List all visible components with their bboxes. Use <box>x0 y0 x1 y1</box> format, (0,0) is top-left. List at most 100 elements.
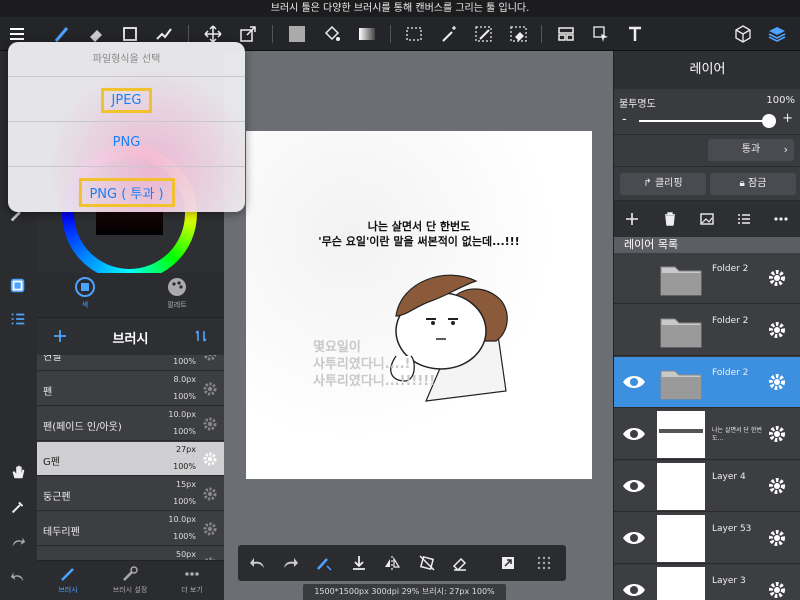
select-arrow-icon[interactable] <box>589 22 613 46</box>
visibility-eye-icon[interactable] <box>622 476 646 496</box>
clipping-icon: ↱ <box>643 178 655 189</box>
tab-more[interactable]: 더 보기 <box>161 565 223 595</box>
tab-color[interactable]: 색 <box>55 276 115 310</box>
canvas[interactable]: 나는 살면서 단 한번도 '무슨 요일'이란 말을 써본적이 없는데...!!!… <box>246 131 592 479</box>
gear-icon[interactable] <box>202 381 218 397</box>
gear-icon[interactable] <box>767 372 787 392</box>
layer-row[interactable]: 나는 살면서 단 한번도... <box>614 409 800 460</box>
fullscreen-icon[interactable] <box>498 553 518 573</box>
tab-brush-settings[interactable]: 브러시 설정 <box>99 565 161 595</box>
opacity-decrease-button[interactable]: - <box>622 112 627 127</box>
layer-row[interactable]: Layer 53 <box>614 513 800 564</box>
layer-row[interactable]: Layer 3 <box>614 565 800 600</box>
brush-row[interactable]: 펜 8.0px 100% <box>37 372 224 406</box>
gear-icon[interactable] <box>202 486 218 502</box>
select-eraser-icon[interactable] <box>507 22 531 46</box>
format-option-png-transparent[interactable]: PNG ( 투과 ) <box>8 167 245 212</box>
layer-row[interactable]: Layer 4 <box>614 461 800 512</box>
material-icon[interactable] <box>731 22 755 46</box>
brush-row[interactable]: 연필 100% <box>37 355 224 371</box>
gear-icon[interactable] <box>202 451 218 467</box>
format-option-png[interactable]: PNG <box>8 122 245 167</box>
chevron-right-icon: › <box>783 143 788 156</box>
brush-row[interactable]: 점묘50px100% <box>37 547 224 560</box>
eyedropper-icon[interactable] <box>7 496 29 518</box>
clipping-label: 클리핑 <box>654 178 683 189</box>
clipping-button[interactable]: ↱ 클리핑 <box>620 173 706 195</box>
tab-palette[interactable]: 팔레트 <box>147 276 207 310</box>
flip-icon[interactable] <box>382 553 402 573</box>
brush-row[interactable]: G펜 27px 100% <box>37 442 224 476</box>
undo-icon[interactable] <box>248 553 268 573</box>
brush-size: 27px <box>176 445 196 454</box>
layer-actions <box>614 201 800 237</box>
lock-button[interactable]: 🔒︎ 잠금 <box>710 173 796 195</box>
add-layer-icon[interactable] <box>623 210 641 228</box>
panel-icon[interactable] <box>554 22 578 46</box>
gear-icon[interactable] <box>767 528 787 548</box>
color-swatch-icon[interactable] <box>7 275 29 297</box>
brush-size: 10.0px <box>168 515 196 524</box>
brush-list-icon[interactable] <box>7 308 29 330</box>
gear-icon[interactable] <box>202 521 218 537</box>
layer-row[interactable]: Folder 2 <box>614 357 800 408</box>
more-options-icon[interactable] <box>772 210 790 228</box>
layer-row[interactable]: Folder 2 <box>614 305 800 356</box>
grid-dots-icon[interactable] <box>534 553 554 573</box>
gear-icon[interactable] <box>202 355 218 362</box>
layer-image-icon[interactable] <box>698 210 716 228</box>
brush-opacity: 100% <box>173 357 196 366</box>
brush-row[interactable]: 둥근펜 15px 100% <box>37 477 224 511</box>
visibility-eye-icon[interactable] <box>622 528 646 548</box>
text-icon[interactable] <box>623 22 647 46</box>
layer-name: 나는 살면서 단 한번도... <box>712 427 762 442</box>
brush-row[interactable]: 펜(페이드 인/아웃) 10.0px 100% <box>37 407 224 441</box>
select-pen-icon[interactable] <box>472 22 496 46</box>
opacity-increase-button[interactable]: + <box>782 111 793 126</box>
layer-thumbnail <box>657 463 705 510</box>
gear-icon[interactable] <box>767 476 787 496</box>
gear-icon[interactable] <box>767 268 787 288</box>
stabilizer-icon[interactable] <box>314 553 334 573</box>
gear-icon[interactable] <box>202 416 218 432</box>
trash-icon[interactable] <box>661 210 679 228</box>
brush-tabs: 브러시 브러시 설정 더 보기 <box>37 560 224 600</box>
brush-name: 연필 <box>43 355 62 363</box>
bucket-icon[interactable] <box>320 22 344 46</box>
opacity-row: 불투명도 100% - + <box>614 89 800 135</box>
hand-icon[interactable] <box>7 461 29 483</box>
visibility-eye-icon[interactable] <box>622 580 646 600</box>
magic-wand-icon[interactable] <box>437 22 461 46</box>
gear-icon[interactable] <box>767 320 787 340</box>
gear-icon[interactable] <box>767 424 787 444</box>
format-option-jpeg[interactable]: JPEG <box>8 77 245 122</box>
visibility-eye-icon[interactable] <box>622 424 646 444</box>
tab-brush[interactable]: 브러시 <box>37 565 99 595</box>
redo-icon[interactable] <box>7 531 29 553</box>
sort-icon[interactable] <box>194 329 208 343</box>
blend-mode-select[interactable]: 통과 › <box>708 139 794 161</box>
folder-icon <box>660 318 702 348</box>
layer-list-icon[interactable] <box>735 210 753 228</box>
brush-tab-icon <box>61 568 74 581</box>
tab-color-label: 색 <box>81 301 89 309</box>
rotate-icon[interactable] <box>417 553 437 573</box>
brush-row[interactable]: 테두리펜 10.0px 100% <box>37 512 224 546</box>
toolbar-divider <box>188 25 189 43</box>
more-icon <box>185 572 199 576</box>
redo-icon[interactable] <box>280 553 300 573</box>
layer-row[interactable]: Folder 2 <box>614 253 800 304</box>
visibility-eye-icon[interactable] <box>622 372 646 392</box>
brush-opacity: 100% <box>173 427 196 436</box>
undo-icon[interactable] <box>7 566 29 588</box>
select-rect-icon[interactable] <box>402 22 426 46</box>
opacity-slider-thumb[interactable] <box>762 114 776 128</box>
canvas-area[interactable]: 나는 살면서 단 한번도 '무슨 요일'이란 말을 써본적이 없는데...!!!… <box>224 51 613 600</box>
gradient-icon[interactable] <box>355 22 379 46</box>
import-icon[interactable] <box>349 553 369 573</box>
gear-icon[interactable] <box>767 580 787 600</box>
layers-icon[interactable] <box>765 22 789 46</box>
fill-color-icon[interactable] <box>285 22 309 46</box>
opacity-slider-track[interactable] <box>639 120 769 122</box>
eraser-mode-icon[interactable] <box>450 553 470 573</box>
